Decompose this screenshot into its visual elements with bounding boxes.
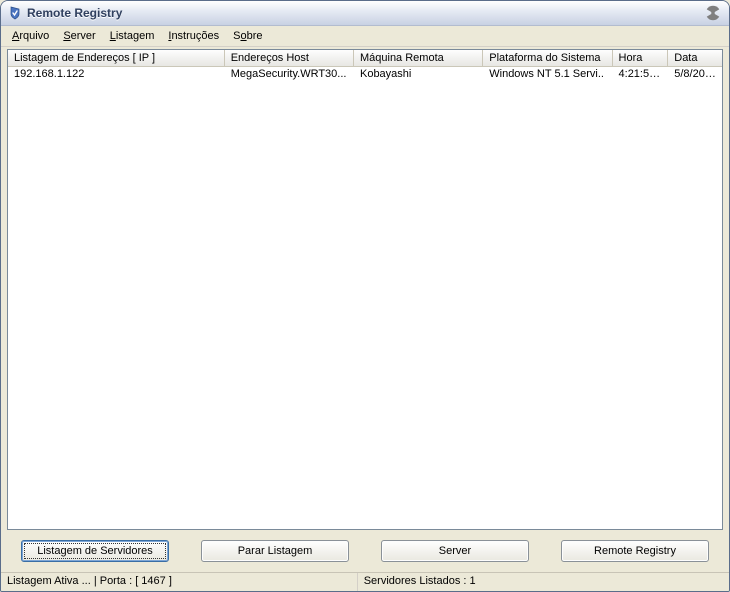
parar-listagem-button[interactable]: Parar Listagem <box>201 540 349 562</box>
titlebar[interactable]: Remote Registry <box>1 1 729 26</box>
button-bar: Listagem de Servidores Parar Listagem Se… <box>7 530 723 572</box>
col-date[interactable]: Data <box>668 50 722 67</box>
listview-body[interactable]: 192.168.1.122 MegaSecurity.WRT30... Koba… <box>8 67 722 529</box>
cell-time: 4:21:50 ... <box>613 67 669 82</box>
cell-machine: Kobayashi <box>354 67 483 82</box>
remote-registry-button[interactable]: Remote Registry <box>561 540 709 562</box>
menu-sobre[interactable]: Sobre <box>226 28 269 44</box>
server-listview[interactable]: Listagem de Endereços [ IP ] Endereços H… <box>7 49 723 530</box>
col-ip[interactable]: Listagem de Endereços [ IP ] <box>8 50 225 67</box>
col-platform[interactable]: Plataforma do Sistema <box>483 50 612 67</box>
cell-date: 5/8/2008 <box>668 67 722 82</box>
app-icon <box>7 5 23 21</box>
app-window: Remote Registry Arquivo Server Listagem … <box>0 0 730 592</box>
content-area: Listagem de Endereços [ IP ] Endereços H… <box>1 47 729 572</box>
col-machine[interactable]: Máquina Remota <box>354 50 483 67</box>
window-title: Remote Registry <box>27 6 122 20</box>
status-left: Listagem Ativa ... | Porta : [ 1467 ] <box>1 573 358 591</box>
menu-instrucoes[interactable]: Instruções <box>161 28 226 44</box>
col-time[interactable]: Hora <box>613 50 669 67</box>
radiation-icon <box>703 3 723 23</box>
listagem-servidores-button[interactable]: Listagem de Servidores <box>21 540 169 562</box>
cell-host: MegaSecurity.WRT30... <box>225 67 354 82</box>
cell-ip: 192.168.1.122 <box>8 67 225 82</box>
col-host[interactable]: Endereços Host <box>225 50 354 67</box>
listview-header[interactable]: Listagem de Endereços [ IP ] Endereços H… <box>8 50 722 67</box>
table-row[interactable]: 192.168.1.122 MegaSecurity.WRT30... Koba… <box>8 67 722 82</box>
menu-server[interactable]: Server <box>56 28 102 44</box>
cell-platform: Windows NT 5.1 Servi.. <box>483 67 612 82</box>
server-button[interactable]: Server <box>381 540 529 562</box>
menu-listagem[interactable]: Listagem <box>103 28 162 44</box>
status-right: Servidores Listados : 1 <box>358 573 729 591</box>
menu-arquivo[interactable]: Arquivo <box>5 28 56 44</box>
statusbar: Listagem Ativa ... | Porta : [ 1467 ] Se… <box>1 572 729 591</box>
menubar: Arquivo Server Listagem Instruções Sobre <box>1 26 729 47</box>
